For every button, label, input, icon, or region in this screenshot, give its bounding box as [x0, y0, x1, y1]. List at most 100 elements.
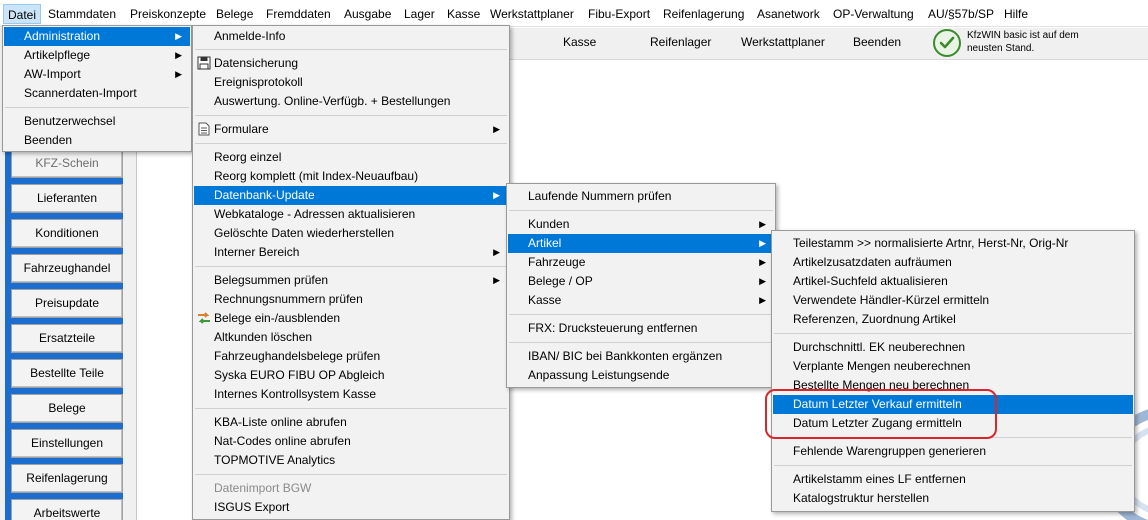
submenu-arrow-icon: ▶ [493, 247, 500, 257]
toolbar-beenden-button[interactable]: Beenden [853, 35, 901, 49]
sidebar-fahrzeughandel-button[interactable]: Fahrzeughandel [11, 254, 123, 283]
menu-item-geloeschte-daten[interactable]: Gelöschte Daten wiederherstellen [194, 224, 508, 243]
menu-separator [509, 210, 773, 211]
menu-item-kasse[interactable]: Kasse ▶ [508, 291, 774, 310]
menu-item-datenbank-update[interactable]: Datenbank-Update ▶ [194, 186, 508, 205]
menu-item-administration[interactable]: Administration ▶ [4, 27, 190, 46]
menu-bar: Datei Stammdaten Preiskonzepte Belege Fr… [0, 0, 1148, 27]
sidebar-ersatzteile-button[interactable]: Ersatzteile [11, 324, 123, 353]
menu-item-altkunden-loeschen[interactable]: Altkunden löschen [194, 328, 508, 347]
menu-item-benutzerwechsel[interactable]: Benutzerwechsel [4, 112, 190, 131]
menu-item-reorg-komplett[interactable]: Reorg komplett (mit Index-Neuaufbau) [194, 167, 508, 186]
menu-lager[interactable]: Lager [404, 6, 435, 22]
artikel-submenu: Teilestamm >> normalisierte Artnr, Herst… [771, 230, 1135, 512]
menu-stammdaten[interactable]: Stammdaten [48, 6, 116, 22]
menu-item-kontrollsystem-kasse[interactable]: Internes Kontrollsystem Kasse [194, 385, 508, 404]
submenu-arrow-icon: ▶ [759, 276, 766, 286]
menu-item-isgus-export[interactable]: ISGUS Export [194, 498, 508, 517]
datei-menu: Administration ▶ Artikelpflege ▶ AW-Import… [2, 25, 192, 152]
menu-belege[interactable]: Belege [216, 6, 253, 22]
menu-item-aw-import[interactable]: AW-Import ▶ [4, 65, 190, 84]
menu-item-artikel[interactable]: Artikel ▶ [508, 234, 774, 253]
menu-fremddaten[interactable]: Fremddaten [266, 6, 331, 22]
submenu-arrow-icon: ▶ [759, 295, 766, 305]
menu-item-interner-bereich[interactable]: Interner Bereich ▶ [194, 243, 508, 262]
menu-separator [774, 465, 1132, 466]
sidebar-konditionen-button[interactable]: Konditionen [11, 219, 123, 248]
menu-item-haendler-kuerzel[interactable]: Verwendete Händler-Kürzel ermitteln [773, 291, 1133, 310]
submenu-arrow-icon: ▶ [175, 50, 182, 60]
menu-kasse[interactable]: Kasse [447, 6, 480, 22]
menu-item-datensicherung[interactable]: Datensicherung [194, 54, 508, 73]
sidebar-reifenlagerung-button[interactable]: Reifenlagerung [11, 464, 123, 493]
menu-item-label: Fahrzeuge [528, 255, 586, 269]
submenu-arrow-icon: ▶ [759, 257, 766, 267]
sidebar-lieferanten-button[interactable]: Lieferanten [11, 184, 123, 213]
menu-fibu-export[interactable]: Fibu-Export [588, 6, 650, 22]
sidebar-preisupdate-button[interactable]: Preisupdate [11, 289, 123, 318]
annotation-highlight-outline [765, 389, 997, 439]
sidebar-belege-button[interactable]: Belege [11, 394, 123, 423]
menu-separator [195, 49, 507, 50]
sidebar-kfz-schein-button[interactable]: KFZ-Schein [11, 149, 123, 178]
menu-item-laufende-nummern[interactable]: Laufende Nummern prüfen [508, 187, 774, 206]
menu-item-nat-codes[interactable]: Nat-Codes online abrufen [194, 432, 508, 451]
menu-item-ereignisprotokoll[interactable]: Ereignisprotokoll [194, 73, 508, 92]
menu-hilfe[interactable]: Hilfe [1004, 6, 1028, 22]
menu-item-rechnungsnummern[interactable]: Rechnungsnummern prüfen [194, 290, 508, 309]
menu-separator [774, 333, 1132, 334]
menu-item-kba-liste[interactable]: KBA-Liste online abrufen [194, 413, 508, 432]
menu-separator [195, 143, 507, 144]
menu-item-artikel-suchfeld[interactable]: Artikel-Suchfeld aktualisieren [773, 272, 1133, 291]
menu-item-formulare[interactable]: Formulare ▶ [194, 120, 508, 139]
menu-item-artikelstamm-lf-entfernen[interactable]: Artikelstamm eines LF entfernen [773, 470, 1133, 489]
menu-item-fahrzeuge[interactable]: Fahrzeuge ▶ [508, 253, 774, 272]
menu-au-57b-sp[interactable]: AU/§57b/SP [928, 6, 994, 22]
menu-asanetwork[interactable]: Asanetwork [757, 6, 820, 22]
menu-item-auswertung-online[interactable]: Auswertung. Online-Verfügb. + Bestellung… [194, 92, 508, 111]
sidebar-bestellte-teile-button[interactable]: Bestellte Teile [11, 359, 123, 388]
menu-item-syska-euro-fibu[interactable]: Syska EURO FIBU OP Abgleich [194, 366, 508, 385]
menu-reifenlagerung[interactable]: Reifenlagerung [663, 6, 744, 22]
menu-item-katalogstruktur[interactable]: Katalogstruktur herstellen [773, 489, 1133, 508]
menu-item-teilestamm[interactable]: Teilestamm >> normalisierte Artnr, Herst… [773, 234, 1133, 253]
menu-separator [5, 107, 189, 108]
menu-item-fehlende-warengruppen[interactable]: Fehlende Warengruppen generieren [773, 442, 1133, 461]
submenu-arrow-icon: ▶ [175, 69, 182, 79]
menu-item-belege-op[interactable]: Belege / OP ▶ [508, 272, 774, 291]
menu-item-belegsummen-pruefen[interactable]: Belegsummen prüfen ▶ [194, 271, 508, 290]
menu-item-belege-ein-ausblenden[interactable]: Belege ein-/ausblenden [194, 309, 508, 328]
toolbar-kasse-button[interactable]: Kasse [563, 35, 596, 49]
sidebar-arbeitswerte-button[interactable]: Arbeitswerte [11, 499, 123, 520]
toolbar-werkstattplaner-button[interactable]: Werkstattplaner [741, 35, 825, 49]
menu-item-fahrzeughandelsbelege[interactable]: Fahrzeughandelsbelege prüfen [194, 347, 508, 366]
sidebar-einstellungen-button[interactable]: Einstellungen [11, 429, 123, 458]
menu-item-label: Belege / OP [528, 274, 593, 288]
menu-item-scannerdaten-import[interactable]: Scannerdaten-Import [4, 84, 190, 103]
menu-item-anpassung-leistungsende[interactable]: Anpassung Leistungsende [508, 366, 774, 385]
menu-item-anmelde-info[interactable]: Anmelde-Info [194, 27, 508, 46]
menu-preiskonzepte[interactable]: Preiskonzepte [130, 6, 206, 22]
menu-werkstattplaner[interactable]: Werkstattplaner [490, 6, 574, 22]
menu-item-label: Kunden [528, 217, 570, 231]
menu-item-artikelpflege[interactable]: Artikelpflege ▶ [4, 46, 190, 65]
menu-item-durchschnittl-ek[interactable]: Durchschnittl. EK neuberechnen [773, 338, 1133, 357]
menu-item-label: Belege ein-/ausblenden [214, 311, 341, 325]
menu-item-reorg-einzel[interactable]: Reorg einzel [194, 148, 508, 167]
menu-datei[interactable]: Datei [3, 4, 42, 24]
toolbar-reifenlager-button[interactable]: Reifenlager [650, 35, 711, 49]
menu-item-topmotive-analytics[interactable]: TOPMOTIVE Analytics [194, 451, 508, 470]
menu-item-verplante-mengen[interactable]: Verplante Mengen neuberechnen [773, 357, 1133, 376]
submenu-arrow-icon: ▶ [175, 31, 182, 41]
menu-op-verwaltung[interactable]: OP-Verwaltung [833, 6, 914, 22]
menu-item-iban-bic[interactable]: IBAN/ BIC bei Bankkonten ergänzen [508, 347, 774, 366]
menu-item-beenden[interactable]: Beenden [4, 131, 190, 150]
menu-item-referenzen[interactable]: Referenzen, Zuordnung Artikel [773, 310, 1133, 329]
menu-item-frx-drucksteuerung[interactable]: FRX: Drucksteuerung entfernen [508, 319, 774, 338]
menu-item-artikelzusatzdaten[interactable]: Artikelzusatzdaten aufräumen [773, 253, 1133, 272]
menu-item-webkataloge[interactable]: Webkataloge - Adressen aktualisieren [194, 205, 508, 224]
menu-ausgabe[interactable]: Ausgabe [344, 6, 391, 22]
administration-submenu: Anmelde-Info Datensicherung Ereignisprot… [192, 25, 510, 520]
menu-item-label: Artikel [528, 236, 562, 250]
menu-item-kunden[interactable]: Kunden ▶ [508, 215, 774, 234]
